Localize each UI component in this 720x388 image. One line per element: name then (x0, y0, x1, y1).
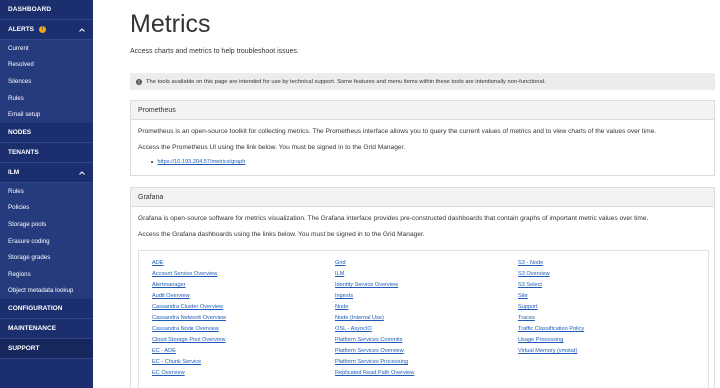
sidebar-item-object-metadata-lookup[interactable]: Object metadata lookup (0, 283, 93, 300)
grafana-link[interactable]: Node (Internal Use) (335, 313, 414, 324)
info-text: The tools available on this page are int… (146, 78, 546, 85)
sidebar-item-policies[interactable]: Policies (0, 200, 93, 217)
grafana-link[interactable]: Alertmanager (152, 280, 226, 291)
prometheus-access-text: Access the Prometheus UI using the link … (138, 144, 406, 151)
grafana-link[interactable]: Replicated Read Path Overview (335, 368, 414, 379)
grafana-access-text: Access the Grafana dashboards using the … (138, 231, 425, 238)
grafana-link[interactable]: Platform Services Commits (335, 335, 414, 346)
grafana-link[interactable]: S3 Overview (518, 269, 584, 280)
sidebar-item-ilm[interactable]: ILM (0, 162, 93, 183)
grafana-link[interactable]: Platform Services Processing (335, 357, 414, 368)
grafana-link[interactable]: Cassandra Network Overview (152, 313, 226, 324)
alerts-submenu: Current Resolved Silences Rules Email se… (0, 40, 93, 123)
grafana-link[interactable]: Audit Overview (152, 291, 226, 302)
links-column-3: S3 - Node S3 Overview S3 Select Site Sup… (518, 258, 584, 357)
sidebar-item-alerts[interactable]: ALERTS ! (0, 20, 93, 40)
page-title: Metrics (130, 10, 211, 38)
links-column-2: Grid ILM Identity Service Overview Inges… (335, 258, 414, 379)
sidebar-nav: DASHBOARD ALERTS ! Current Resolved Sile… (0, 0, 93, 388)
sidebar-item-label: Storage grades (8, 254, 51, 262)
grafana-link[interactable]: Traffic Classification Policy (518, 324, 584, 335)
sidebar-item-tenants[interactable]: TENANTS (0, 143, 93, 163)
grafana-link[interactable]: Cloud Storage Pool Overview (152, 335, 226, 346)
sidebar-item-storage-grades[interactable]: Storage grades (0, 249, 93, 266)
grafana-link[interactable]: Node (335, 302, 414, 313)
grafana-link[interactable]: Grid (335, 258, 414, 269)
grafana-link[interactable]: ADE (152, 258, 226, 269)
alert-warning-badge: ! (39, 26, 46, 33)
sidebar-item-label: Object metadata lookup (8, 287, 74, 295)
grafana-link[interactable]: EC - ADE (152, 346, 226, 357)
grafana-link[interactable]: Account Service Overview (152, 269, 226, 280)
grafana-link[interactable]: OSL - AsyncIO (335, 324, 414, 335)
sidebar-item-label: NODES (8, 128, 32, 136)
sidebar-item-nodes[interactable]: NODES (0, 123, 93, 143)
grafana-link[interactable]: Identity Service Overview (335, 280, 414, 291)
sidebar-item-configuration[interactable]: CONFIGURATION (0, 299, 93, 320)
grafana-link[interactable]: EC - Chunk Service (152, 357, 226, 368)
sidebar-item-label: MAINTENANCE (8, 325, 57, 333)
sidebar-item-label: DASHBOARD (8, 6, 52, 13)
sidebar-item-label: Erasure coding (8, 237, 50, 245)
sidebar-item-alert-rules[interactable]: Rules (0, 90, 93, 107)
sidebar-item-dashboard[interactable]: DASHBOARD (0, 0, 93, 20)
sidebar-item-label: Regions (8, 270, 31, 278)
links-column-1: ADE Account Service Overview Alertmanage… (152, 258, 226, 379)
grafana-link[interactable]: Traces (518, 313, 584, 324)
sidebar-item-label: Rules (8, 94, 24, 102)
grafana-link[interactable]: Virtual Memory (vmstat) (518, 346, 584, 357)
list-item: https://10.193.204.57/metrics/graph (151, 159, 245, 165)
chevron-up-icon (79, 171, 85, 175)
ilm-submenu: Rules Policies Storage pools Erasure cod… (0, 182, 93, 300)
main-content: Metrics Access charts and metrics to hel… (93, 0, 720, 388)
grafana-link[interactable]: ILM (335, 269, 414, 280)
grafana-link[interactable]: Platform Services Overview (335, 346, 414, 357)
prometheus-link[interactable]: https://10.193.204.57/metrics/graph (157, 159, 245, 165)
sidebar-item-label: Storage pools (8, 220, 47, 228)
sidebar-item-label: CONFIGURATION (8, 305, 63, 313)
sidebar-item-label: Current (8, 44, 29, 52)
panel-heading: Prometheus (131, 101, 714, 120)
sidebar-item-erasure-coding[interactable]: Erasure coding (0, 233, 93, 250)
sidebar-item-resolved[interactable]: Resolved (0, 57, 93, 74)
grafana-link[interactable]: S3 Select (518, 280, 584, 291)
sidebar-item-label: ILM (8, 168, 20, 176)
info-notice: The tools available on this page are int… (130, 73, 715, 90)
grafana-link[interactable]: Cassandra Node Overview (152, 324, 226, 335)
panel-heading: Grafana (131, 188, 714, 207)
sidebar-item-ilm-rules[interactable]: Rules (0, 183, 93, 200)
grafana-link[interactable]: Site (518, 291, 584, 302)
sidebar-item-label: Resolved (8, 61, 34, 69)
sidebar-item-support[interactable]: SUPPORT (0, 339, 93, 360)
page-description: Access charts and metrics to help troubl… (130, 48, 299, 55)
sidebar-item-label: Policies (8, 204, 30, 212)
sidebar-item-label: SUPPORT (8, 345, 40, 353)
grafana-link[interactable]: EC Overview (152, 368, 226, 379)
sidebar-item-maintenance[interactable]: MAINTENANCE (0, 319, 93, 340)
sidebar-item-label: ALERTS (8, 26, 34, 33)
sidebar-item-label: Silences (8, 77, 32, 85)
prometheus-description: Prometheus is an open-source toolkit for… (138, 128, 657, 135)
sidebar-item-regions[interactable]: Regions (0, 266, 93, 283)
chevron-up-icon (79, 28, 85, 32)
grafana-link[interactable]: Cassandra Cluster Overview (152, 302, 226, 313)
prometheus-panel: Prometheus Prometheus is an open-source … (130, 100, 715, 176)
grafana-link[interactable]: Support (518, 302, 584, 313)
grafana-link[interactable]: S3 - Node (518, 258, 584, 269)
grafana-dashboard-links: ADE Account Service Overview Alertmanage… (138, 250, 709, 388)
sidebar-item-label: Rules (8, 187, 24, 195)
sidebar-item-storage-pools[interactable]: Storage pools (0, 216, 93, 233)
sidebar-item-label: TENANTS (8, 148, 39, 156)
bullet-dot (151, 160, 154, 164)
info-icon (136, 78, 142, 85)
sidebar-item-label: Email setup (8, 111, 41, 119)
grafana-description: Grafana is open-source software for metr… (138, 215, 649, 222)
grafana-link[interactable]: Usage Processing (518, 335, 584, 346)
grafana-link[interactable]: Ingests (335, 291, 414, 302)
sidebar-item-email-setup[interactable]: Email setup (0, 106, 93, 123)
sidebar-item-silences[interactable]: Silences (0, 73, 93, 90)
grafana-panel: Grafana Grafana is open-source software … (130, 187, 715, 388)
sidebar-item-current[interactable]: Current (0, 40, 93, 57)
